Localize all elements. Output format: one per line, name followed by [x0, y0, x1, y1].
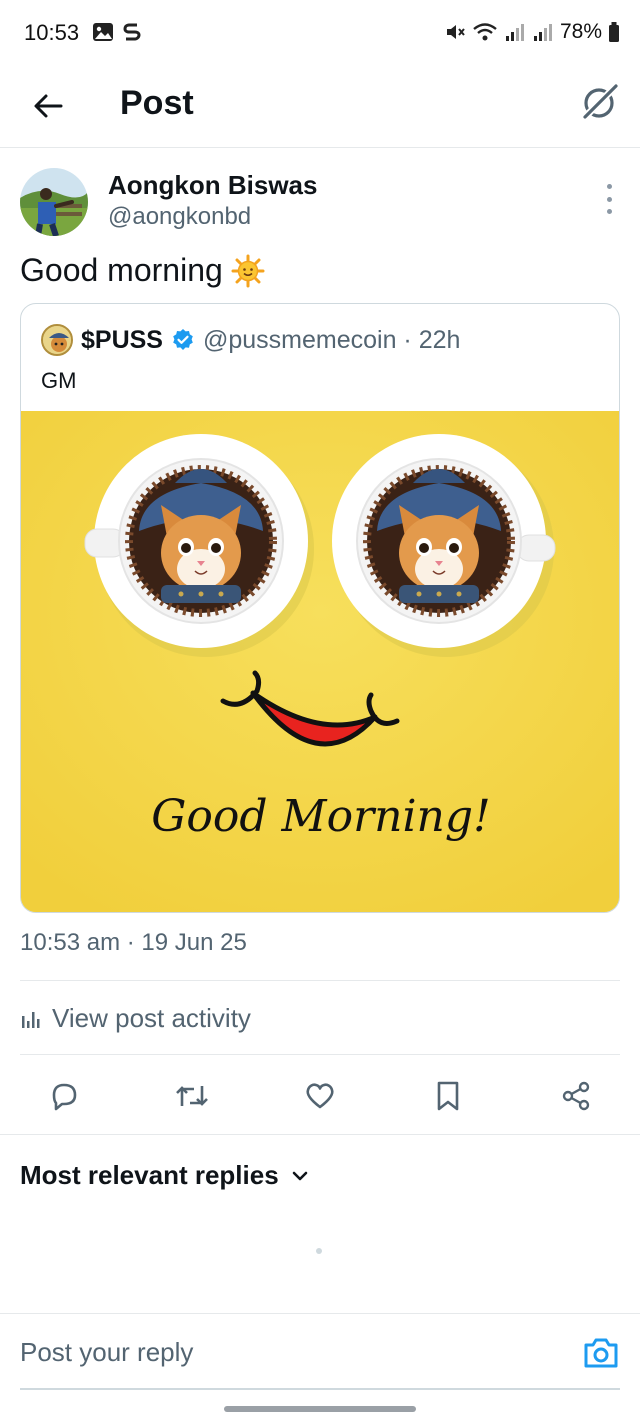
post-timestamp: 10:53 am · 19 Jun 25 [20, 929, 247, 956]
analytics-icon [22, 1011, 40, 1028]
comment-icon [52, 1083, 77, 1111]
gallery-icon [93, 23, 113, 41]
quoted-avatar[interactable] [41, 324, 73, 356]
view-post-activity-label: View post activity [52, 1003, 251, 1033]
quoted-author-name[interactable]: $PUSS [81, 326, 163, 355]
signal-icon [533, 24, 552, 41]
quoted-post[interactable]: $PUSS @pussmemecoin · 22h GM Good Mornin… [20, 303, 620, 913]
reply-bar [0, 1313, 640, 1390]
like-button[interactable] [298, 1074, 342, 1118]
reply-button[interactable] [42, 1074, 86, 1118]
divider [20, 1054, 620, 1055]
battery-icon [609, 22, 619, 42]
quoted-post-header: $PUSS @pussmemecoin · 22h [41, 324, 460, 356]
page-title: Post [120, 84, 194, 122]
status-bar: 10:53 78% [0, 0, 640, 66]
dot-icon [606, 196, 612, 202]
share-button[interactable] [554, 1074, 598, 1118]
post-text: Good morning [20, 252, 265, 289]
divider [0, 1134, 640, 1135]
avatar[interactable] [20, 168, 88, 236]
dot-icon [606, 209, 612, 214]
wifi-icon [473, 23, 497, 41]
quoted-post-body: GM [41, 368, 77, 393]
repost-button[interactable] [170, 1074, 214, 1118]
replies-sort-label: Most relevant replies [20, 1160, 279, 1190]
author-handle[interactable]: @aongkonbd [108, 203, 251, 231]
view-post-activity-link[interactable]: View post activity [20, 1003, 251, 1034]
dot-icon [606, 184, 612, 189]
image-caption: Good Morning! [151, 791, 491, 842]
more-options-button[interactable] [602, 184, 616, 214]
bookmark-button[interactable] [426, 1074, 470, 1118]
battery-percent: 78% [559, 20, 602, 43]
reply-input[interactable] [20, 1328, 560, 1376]
bookmark-icon [437, 1081, 459, 1111]
quoted-handle-time: @pussmemecoin · 22h [202, 325, 461, 354]
post-body: Good morning [20, 252, 223, 288]
sun-with-face-emoji [231, 254, 265, 287]
author-name[interactable]: Aongkon Biswas [108, 170, 317, 201]
post-header: Post [0, 66, 640, 148]
back-button[interactable] [26, 84, 70, 128]
arrow-left-icon [34, 94, 63, 118]
grok-button[interactable] [578, 80, 622, 124]
home-indicator[interactable] [224, 1406, 416, 1412]
s-app-icon [123, 23, 141, 41]
camera-icon [584, 1338, 618, 1368]
loading-indicator [316, 1248, 322, 1254]
verified-badge-icon [173, 329, 193, 350]
grok-icon [583, 84, 618, 119]
repost-icon [176, 1086, 208, 1106]
share-icon [562, 1081, 590, 1111]
status-time: 10:53 [24, 20, 80, 45]
action-bar [0, 1070, 640, 1134]
heart-icon [306, 1083, 334, 1109]
mute-icon [446, 25, 465, 39]
camera-button[interactable] [582, 1336, 620, 1370]
reply-input-underline [20, 1388, 620, 1390]
chevron-down-icon [292, 1171, 307, 1180]
quoted-post-image[interactable]: Good Morning! [21, 411, 619, 912]
replies-sort-dropdown[interactable]: Most relevant replies [20, 1160, 309, 1191]
divider [20, 980, 620, 981]
signal-icon [505, 24, 524, 41]
